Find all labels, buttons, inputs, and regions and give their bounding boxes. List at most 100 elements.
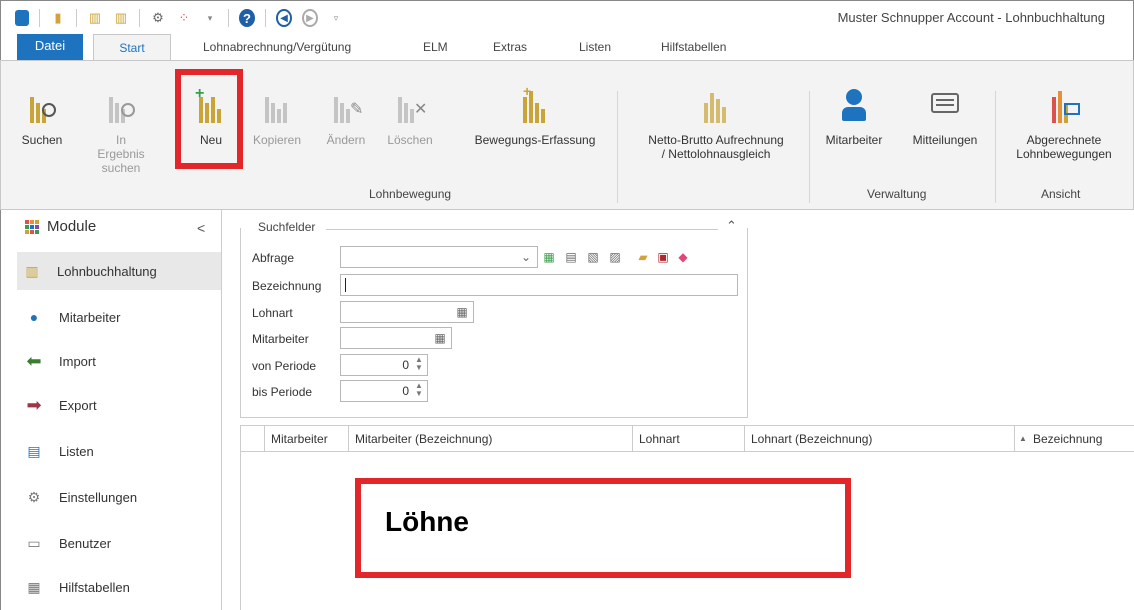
nav-item-import[interactable]: ⬅ Import xyxy=(19,342,219,380)
group-label-verwaltung: Verwaltung xyxy=(867,187,927,201)
divider xyxy=(265,9,266,27)
module-header: Module xyxy=(25,218,96,235)
search-results-icon xyxy=(103,89,139,125)
divider xyxy=(617,91,618,203)
new-query-icon[interactable]: ▦ xyxy=(540,248,558,266)
from-period-stepper[interactable]: 0 ▲ ▼ xyxy=(340,354,428,376)
tab-listen[interactable]: Listen xyxy=(579,40,611,54)
tab-extras[interactable]: Extras xyxy=(493,40,527,54)
nav-item-export[interactable]: ➡ Export xyxy=(19,386,219,424)
app-icon[interactable] xyxy=(15,10,29,26)
from-period-label: von Periode xyxy=(252,359,317,373)
divider xyxy=(39,9,40,27)
edit-query-icon[interactable]: ▧ xyxy=(584,248,602,266)
settled-payroll-icon xyxy=(1046,89,1082,125)
save-icon[interactable]: ▣ xyxy=(654,248,672,266)
search-icon xyxy=(24,89,60,125)
table-picker-icon[interactable]: ▦ xyxy=(453,303,471,321)
copy-button[interactable]: Kopieren xyxy=(247,89,307,147)
movement-entry-icon: + xyxy=(517,83,553,125)
nav-item-hilfstabellen[interactable]: ▦ Hilfstabellen xyxy=(19,568,219,606)
open-icon[interactable]: ▮ xyxy=(50,9,66,27)
nav-item-einstellungen[interactable]: ⚙ Einstellungen xyxy=(19,478,219,516)
table-import-icon[interactable]: ▥ xyxy=(113,9,129,27)
delete-button[interactable]: ✕ Löschen xyxy=(383,89,437,147)
spin-arrows-icon[interactable]: ▲ ▼ xyxy=(413,356,425,374)
column-header[interactable]: Mitarbeiter xyxy=(265,426,349,452)
help-icon[interactable]: ? xyxy=(239,9,255,27)
table-export-icon[interactable]: ▥ xyxy=(87,9,103,27)
plugin-icon[interactable]: ⚙ xyxy=(150,9,166,27)
query-label: Abfrage xyxy=(252,251,295,265)
messages-button[interactable]: Mitteilungen xyxy=(905,89,985,147)
gear-icon: ⚙ xyxy=(27,488,41,505)
nav-item-listen[interactable]: ▤ Listen xyxy=(19,432,219,470)
nav-item-benutzer[interactable]: ▭ Benutzer xyxy=(19,524,219,562)
employee-label: Mitarbeiter xyxy=(252,332,309,346)
title-bar: ▮ ▥ ▥ ⚙ ⁘ ▾ ? ◀ ▶ ▿ Muster Schnupper Acc… xyxy=(0,0,1134,34)
table-picker-icon[interactable]: ▦ xyxy=(431,329,449,347)
open-folder-icon[interactable]: ▰ xyxy=(634,248,652,266)
ribbon-tabs: Datei Start Lohnabrechnung/Vergütung ELM… xyxy=(0,34,1134,61)
net-gross-icon xyxy=(698,89,734,125)
divider xyxy=(76,9,77,27)
back-icon[interactable]: ◀ xyxy=(276,9,292,27)
copy-query-icon[interactable]: ▤ xyxy=(562,248,580,266)
query-select[interactable]: ⌄ xyxy=(340,246,538,268)
to-period-value: 0 xyxy=(402,384,409,398)
tab-lohnabrechnung[interactable]: Lohnabrechnung/Vergütung xyxy=(203,40,351,54)
movement-entry-button[interactable]: + Bewegungs-Erfassung xyxy=(461,83,609,147)
callout-box: Löhne xyxy=(355,478,851,578)
copy-icon xyxy=(259,89,295,125)
eraser-icon[interactable]: ◆ xyxy=(674,248,692,266)
edit-button[interactable]: ✎ Ändern xyxy=(321,89,371,147)
tab-hilfstabellen[interactable]: Hilfstabellen xyxy=(661,40,726,54)
sort-asc-icon: ▲ xyxy=(1019,434,1027,443)
tab-start[interactable]: Start xyxy=(93,34,171,61)
wage-type-input[interactable]: ▦ xyxy=(340,301,474,323)
customize-icon[interactable]: ▿ xyxy=(328,9,344,27)
divider xyxy=(228,9,229,27)
column-header[interactable]: ▲ Bezeichnung xyxy=(1015,426,1134,452)
settled-payroll-button[interactable]: Abgerechnete Lohnbewegungen xyxy=(1005,89,1123,161)
user-card-icon: ▭ xyxy=(27,534,41,551)
net-gross-label-1: Netto-Brutto Aufrechnung xyxy=(648,133,784,147)
column-header[interactable]: Lohnart (Bezeichnung) xyxy=(745,426,1015,452)
employee-button[interactable]: Mitarbeiter xyxy=(819,89,889,147)
employee-input[interactable]: ▦ xyxy=(340,327,452,349)
row-selector-header xyxy=(241,426,265,452)
collapse-panel-icon[interactable]: ⌃ xyxy=(726,218,737,234)
divider xyxy=(326,229,718,230)
employee-icon: ● xyxy=(29,309,39,325)
column-header[interactable]: Mitarbeiter (Bezeichnung) xyxy=(349,426,633,452)
nav-item-mitarbeiter[interactable]: ● Mitarbeiter xyxy=(19,298,219,336)
tab-datei[interactable]: Datei xyxy=(17,34,83,60)
nav-item-lohnbuchhaltung[interactable]: ▥ Lohnbuchhaltung xyxy=(17,252,221,290)
module-sidebar: Module < ▥ Lohnbuchhaltung ● Mitarbeiter… xyxy=(0,210,222,610)
nav-item-label: Import xyxy=(59,353,96,369)
description-input[interactable] xyxy=(340,274,738,296)
employee-icon xyxy=(836,89,872,125)
search-button[interactable]: Suchen xyxy=(17,89,67,147)
column-header[interactable]: Lohnart xyxy=(633,426,745,452)
from-period-value: 0 xyxy=(402,358,409,372)
dropdown-icon[interactable]: ▾ xyxy=(202,9,218,27)
settled-payroll-label-1: Abgerechnete xyxy=(1026,133,1102,147)
collapse-sidebar-button[interactable]: < xyxy=(197,220,205,236)
apps-icon[interactable]: ⁘ xyxy=(176,9,192,27)
to-period-label: bis Periode xyxy=(252,385,313,399)
divider xyxy=(139,9,140,27)
settled-payroll-label-2: Lohnbewegungen xyxy=(1016,147,1112,161)
tab-elm[interactable]: ELM xyxy=(423,40,448,54)
table-icon: ▦ xyxy=(27,578,41,595)
to-period-stepper[interactable]: 0 ▲ ▼ xyxy=(340,380,428,402)
description-label: Bezeichnung xyxy=(252,279,322,293)
forward-icon[interactable]: ▶ xyxy=(302,9,318,27)
group-label-lohnbewegung: Lohnbewegung xyxy=(369,187,452,201)
delete-query-icon[interactable]: ▨ xyxy=(606,248,624,266)
edit-label: Ändern xyxy=(326,133,366,147)
net-gross-button[interactable]: Netto-Brutto Aufrechnung / Nettolohnausg… xyxy=(629,89,803,161)
search-in-results-button[interactable]: In Ergebnis suchen xyxy=(91,89,151,175)
spin-arrows-icon[interactable]: ▲ ▼ xyxy=(413,382,425,400)
wage-type-label: Lohnart xyxy=(252,306,293,320)
